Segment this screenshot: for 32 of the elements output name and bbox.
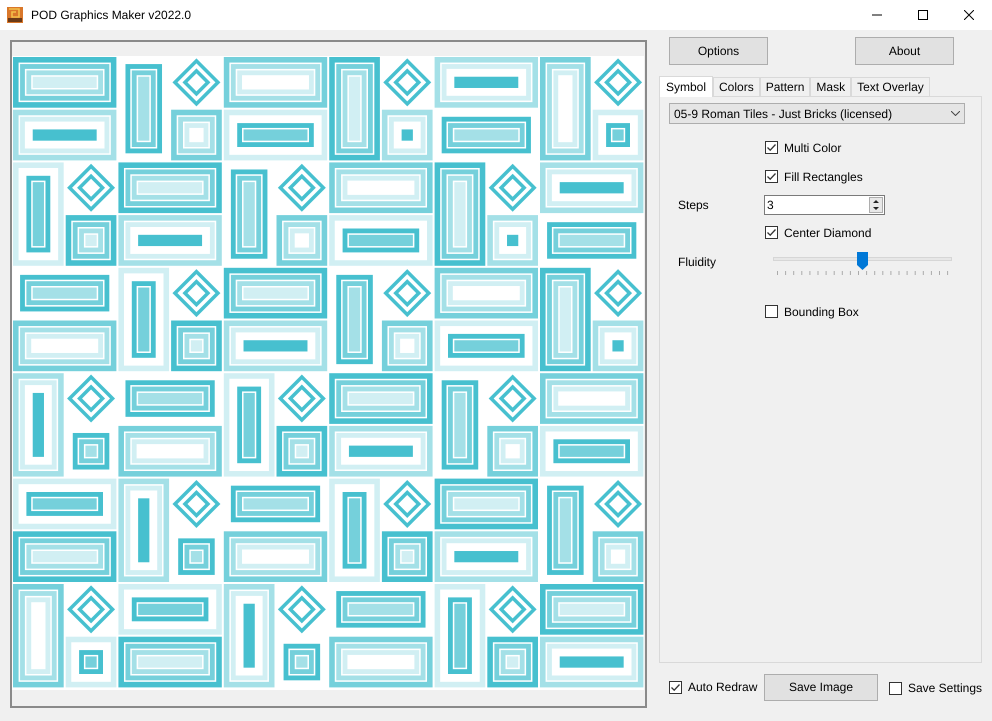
checkbox[interactable] xyxy=(669,680,682,694)
checkbox-label: Save Settings xyxy=(908,680,982,697)
window-title: POD Graphics Maker v2022.0 xyxy=(31,7,192,24)
checkbox-label: Bounding Box xyxy=(784,304,859,320)
app-logo-icon xyxy=(7,7,23,23)
tab[interactable]: Symbol xyxy=(659,76,714,97)
checkbox-label: Multi Color xyxy=(784,140,842,156)
checkbox[interactable] xyxy=(888,682,902,694)
tab[interactable]: Text Overlay xyxy=(851,77,930,96)
field-label: Steps xyxy=(678,196,710,214)
checkbox[interactable] xyxy=(765,141,778,154)
slider-ticks-icon xyxy=(777,271,949,276)
tab[interactable]: Pattern xyxy=(760,77,810,96)
maximize-icon xyxy=(918,10,928,20)
spin-arrows-icon[interactable] xyxy=(869,196,883,212)
steps-spinner[interactable]: 3 xyxy=(764,194,885,214)
tab[interactable]: Mask xyxy=(810,77,852,96)
field-label: Fluidity xyxy=(678,254,718,271)
checkbox[interactable] xyxy=(765,226,778,239)
close-icon xyxy=(964,10,974,20)
tab[interactable]: Colors xyxy=(713,77,760,96)
symbol-dropdown[interactable]: 05-9 Roman Tiles - Just Bricks (licensed) xyxy=(669,103,965,124)
slider-thumb[interactable] xyxy=(857,252,868,270)
checkbox-label: Center Diamond xyxy=(784,224,872,242)
save-image-button[interactable]: Save Image xyxy=(764,674,878,700)
checkbox-label: Fill Rectangles xyxy=(784,168,863,186)
checkbox[interactable] xyxy=(765,305,778,318)
about-button[interactable]: About xyxy=(855,37,954,65)
options-button[interactable]: Options xyxy=(669,37,768,65)
chevron-down-icon xyxy=(951,111,960,116)
checkbox[interactable] xyxy=(765,170,778,183)
checkbox-label: Auto Redraw xyxy=(688,679,758,696)
